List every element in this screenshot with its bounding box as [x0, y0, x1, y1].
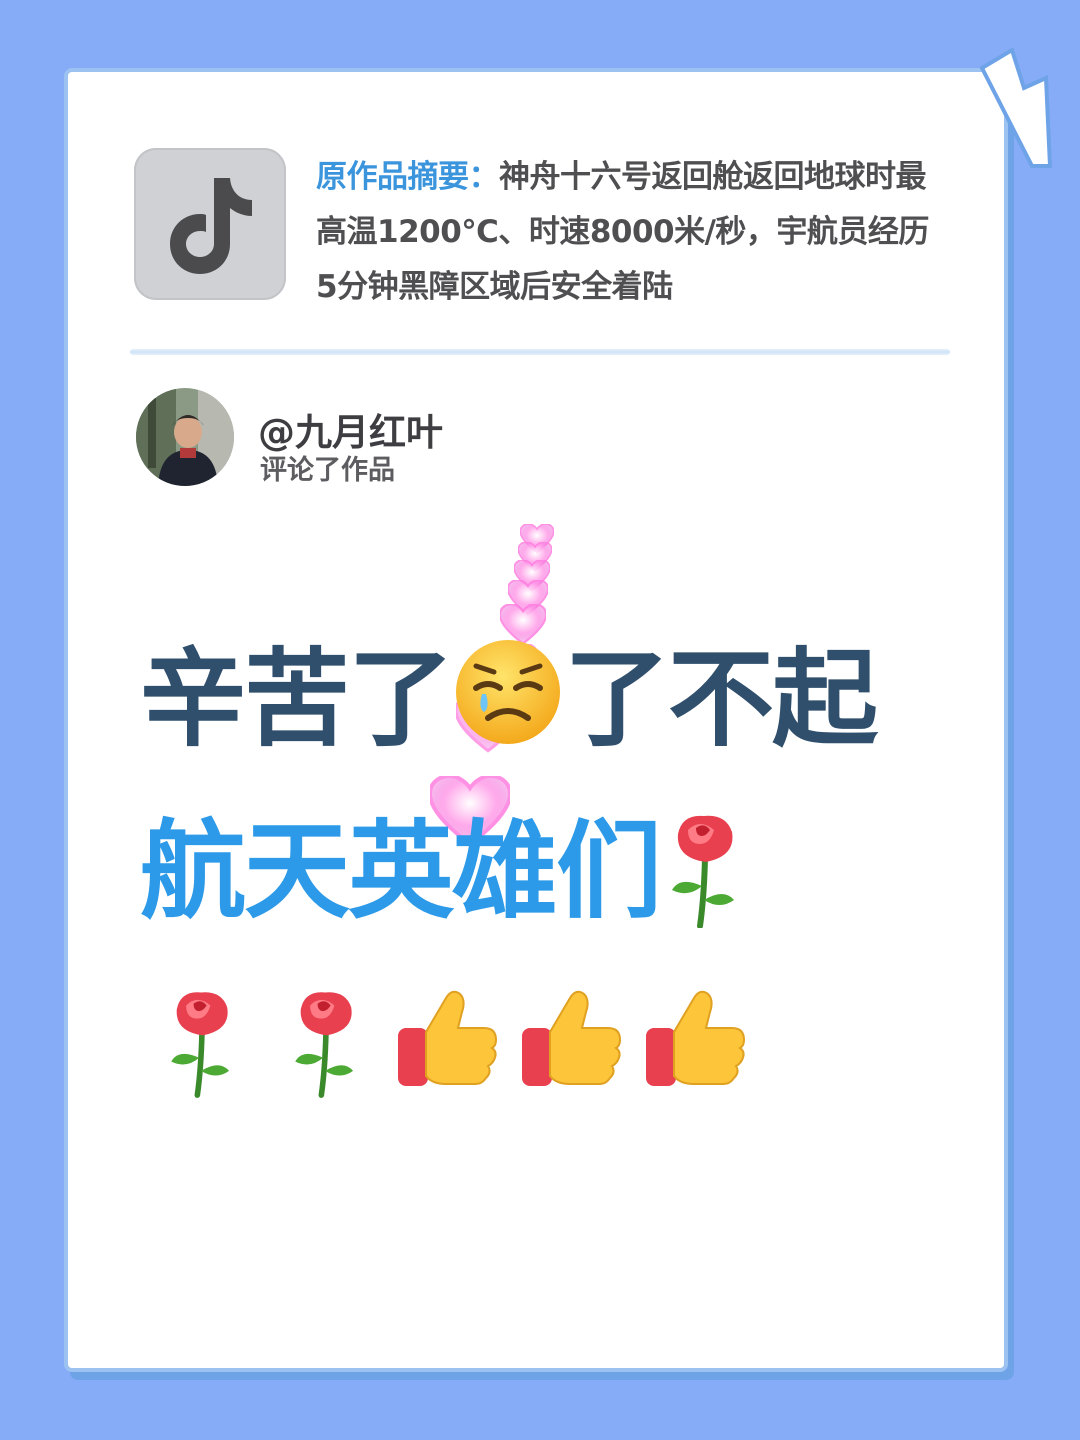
rose-icon: [660, 815, 750, 928]
thumbs-up-icon: [398, 990, 498, 1086]
summary-label: 原作品摘要：: [316, 159, 500, 195]
comment-text-part1: 辛苦了: [140, 638, 454, 761]
comment-text-line2: 航天英雄们: [140, 810, 662, 933]
comment-text-part2: 了不起: [564, 638, 878, 761]
tiktok-icon: [134, 148, 286, 300]
rose-icon: [171, 992, 230, 1098]
comment-line-1: 辛苦了 了不起: [140, 638, 878, 761]
original-work-summary: 原作品摘要：神舟十六号返回舱返回地球时最高温1200℃、时速8000米/秒，宇航…: [316, 150, 944, 315]
thumbs-up-icon: [646, 990, 746, 1086]
avatar[interactable]: [136, 388, 234, 486]
comment-action-label: 评论了作品: [260, 455, 395, 486]
rose-icon: [295, 992, 354, 1098]
thumbs-up-icon: [522, 990, 622, 1086]
divider: [130, 349, 950, 355]
tired-face-icon: [452, 640, 564, 744]
comment-line-2: 航天英雄们: [140, 812, 750, 932]
emoji-row: [160, 984, 780, 1104]
